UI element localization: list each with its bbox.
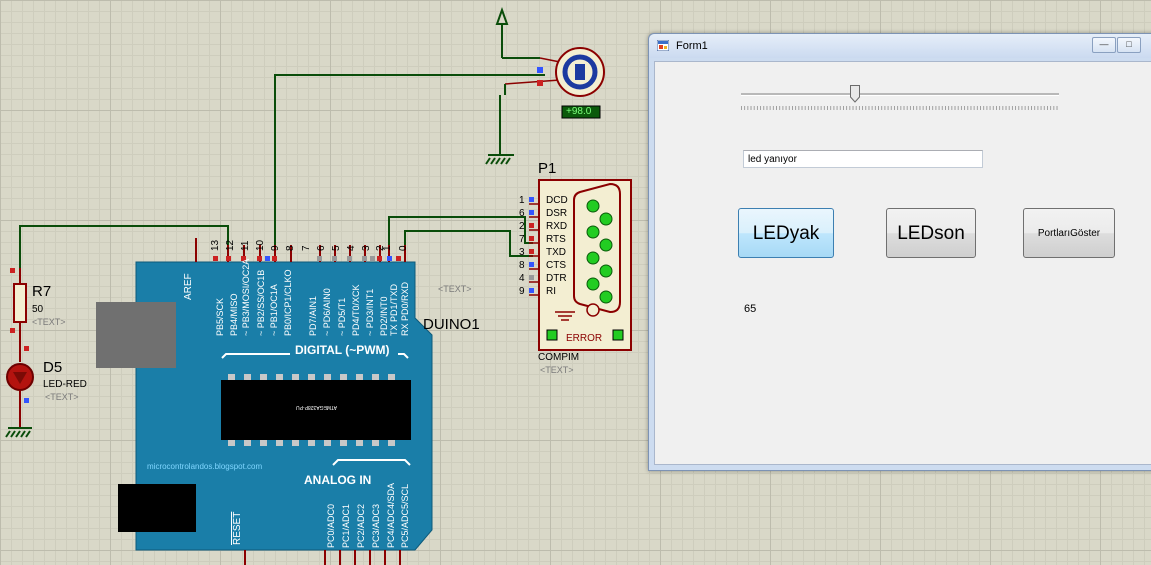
arduino-analog-pin-label: PC2/ADC2 [356, 503, 366, 548]
serial-pin-number: 2 [519, 221, 525, 232]
reset-label: RESET [232, 511, 243, 545]
serial-pin-name: RI [546, 286, 556, 297]
arduino-text-placeholder: <TEXT> [438, 284, 472, 294]
resistor-value: 50 [32, 304, 44, 315]
arduino-digital-pin-label: RX PD0/RXD [400, 281, 410, 336]
arduino-analog-pin-label: PC5/ADC5/SCL [400, 483, 410, 548]
serial-pin-name: RTS [546, 234, 566, 245]
arduino-pin-number: 1 [382, 245, 393, 251]
arduino-digital-pin-label: ~ PD3/INT1 [365, 288, 375, 336]
maximize-button[interactable]: □ [1117, 37, 1141, 53]
serial-pin-name: RXD [546, 221, 568, 232]
arduino-digital-pin-label: ~ PD5/T1 [337, 297, 347, 336]
serial-port-ref: P1 [538, 160, 557, 177]
maximize-icon: □ [1126, 39, 1132, 49]
arduino-digital-pin-label: PD4/T0/XCK [351, 284, 361, 336]
arduino-digital-pin-label: PB4/MISO [229, 293, 239, 336]
motor-readout: +98.0 [566, 106, 592, 117]
serial-type-label: COMPIM [538, 352, 580, 363]
serial-pin-number: 4 [519, 273, 525, 284]
title-bar[interactable]: Form1 — □ [649, 34, 1151, 58]
chip-label: ATMEGA328P-PU [296, 404, 338, 410]
arduino-pin-number: 9 [270, 245, 281, 251]
status-textbox[interactable]: led yanıyor [743, 150, 983, 168]
resistor-ref: R7 [32, 283, 52, 300]
trackbar[interactable] [741, 93, 1059, 96]
arduino-pin-number: 6 [316, 245, 327, 251]
arduino-aref-label: AREF [183, 273, 194, 300]
arduino-pin-number: 3 [361, 245, 372, 251]
resistor-text-placeholder: <TEXT> [32, 317, 66, 327]
arduino-digital-pin-label: ~ PB2/SS/OC1B [256, 269, 266, 336]
led-type: LED-RED [43, 379, 87, 390]
arduino-pin-number: 12 [225, 239, 236, 251]
serial-pin-number: 6 [519, 208, 525, 219]
minimize-icon: — [1099, 39, 1109, 49]
arduino-ref: DUINO1 [423, 316, 480, 333]
led-ref: D5 [43, 359, 63, 376]
serial-pin-name: DSR [546, 208, 568, 219]
arduino-analog-pin-label: PC1/ADC1 [341, 503, 351, 548]
serial-pin-name: DCD [546, 195, 568, 206]
arduino-pin-number: 0 [398, 245, 409, 251]
serial-pin-number: 7 [519, 234, 525, 245]
arduino-analog-pin-label: PC0/ADC0 [326, 503, 336, 548]
serial-pin-name: TXD [546, 247, 566, 258]
analog-header: ANALOG IN [304, 473, 372, 487]
serial-pin-name: CTS [546, 260, 566, 271]
arduino-pin-number: 8 [285, 245, 296, 251]
wires [19, 74, 545, 268]
arduino-digital-pin-label: PD7/AIN1 [308, 295, 318, 336]
serial-pin-number: 8 [519, 260, 525, 271]
led-on-button[interactable]: LEDyak [738, 208, 834, 258]
arduino-pin-number: 7 [301, 245, 312, 251]
window-title: Form1 [676, 40, 708, 52]
arduino-digital-pin-label: ~ PD6/AIN0 [322, 288, 332, 336]
led-icon[interactable] [6, 363, 34, 428]
ground-icon [5, 427, 32, 438]
led-text-placeholder: <TEXT> [45, 392, 79, 402]
arduino-digital-pin-label: PD2/INT0 [379, 296, 389, 336]
arduino-digital-pin-label: TX PD1/TXD [389, 283, 399, 336]
blog-url: microcontrolandos.blogspot.com [147, 462, 263, 471]
arduino-digital-pin-label: ~ PB1/OC1A [269, 284, 279, 336]
power-terminal-icon[interactable] [495, 7, 540, 59]
arduino-pin-number: 5 [331, 245, 342, 251]
form-icon [657, 40, 669, 51]
resistor-icon[interactable] [10, 268, 29, 362]
arduino-analog-pin-label: PC3/ADC3 [371, 503, 381, 548]
show-ports-button[interactable]: PortlarıGöster [1023, 208, 1115, 258]
arduino-pin-number: 11 [240, 240, 251, 251]
minimize-button[interactable]: — [1092, 37, 1116, 53]
serial-pin-number: 9 [519, 286, 525, 297]
serial-pin-number: 1 [519, 195, 525, 206]
trackbar-ticks [741, 106, 1059, 110]
serial-pin-number: 3 [519, 247, 525, 258]
compim-component[interactable] [529, 179, 632, 351]
compim-error-label: ERROR [566, 333, 603, 344]
arduino-digital-pin-label: PB5/SCK [215, 297, 225, 336]
value-label: 65 [744, 303, 757, 315]
trackbar-thumb[interactable] [850, 85, 861, 103]
arduino-digital-pin-label: ~ PB3/MOSI/OC2A [241, 258, 251, 336]
motor-icon[interactable] [504, 47, 605, 97]
arduino-analog-pin-label: PC4/ADC4/SDA [386, 482, 396, 548]
arduino-digital-pin-label: PB0/ICP1/CLKO [283, 269, 293, 336]
arduino-pin-number: 4 [346, 245, 357, 251]
serial-text-placeholder: <TEXT> [540, 365, 574, 375]
serial-pin-name: DTR [546, 273, 567, 284]
ground-icon [485, 84, 514, 165]
digital-header: DIGITAL (~PWM) [295, 343, 390, 357]
form-client-area: led yanıyor LEDyak LEDson PortlarıGöster… [654, 61, 1151, 465]
arduino-pin-number: 13 [210, 239, 221, 251]
led-off-button[interactable]: LEDson [886, 208, 976, 258]
arduino-pin-number: 10 [255, 239, 266, 251]
form-window[interactable]: Form1 — □ led yanıyor LEDyak LEDson Port… [648, 33, 1151, 471]
